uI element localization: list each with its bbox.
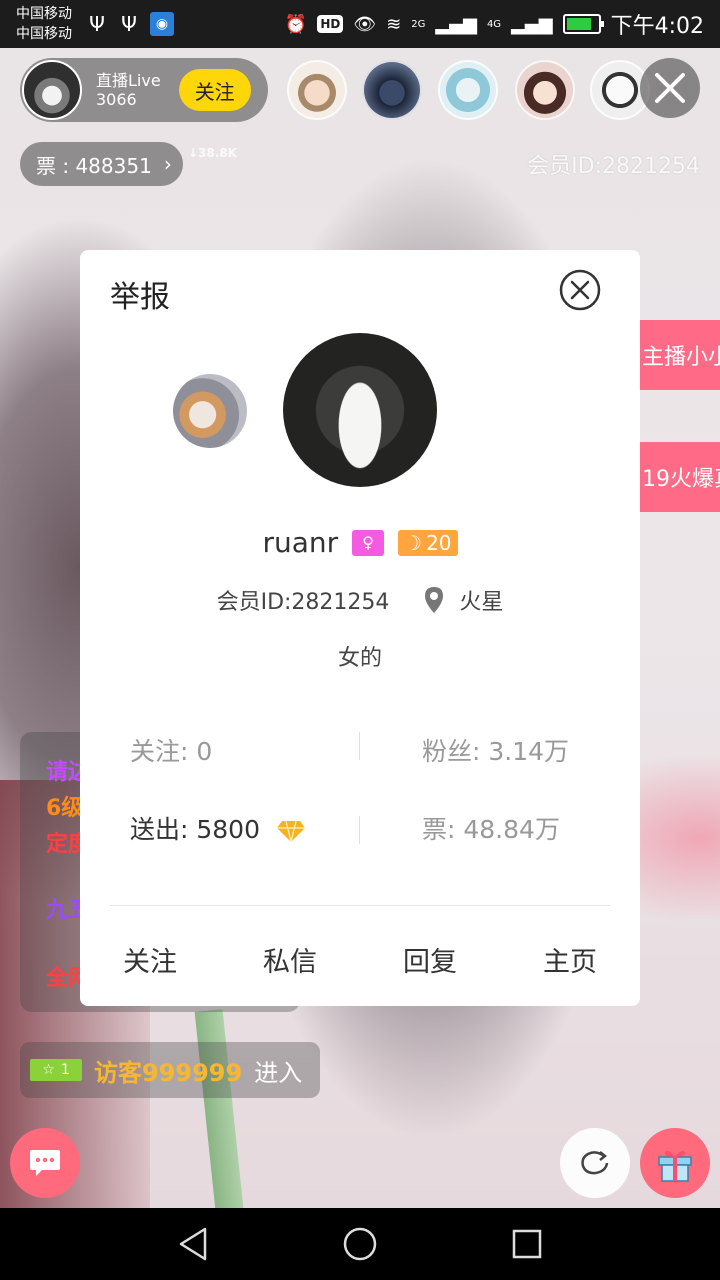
close-icon	[655, 73, 685, 103]
wifi-icon: ≋	[386, 13, 402, 35]
chat-message: 6级	[46, 796, 84, 821]
nav-recents-button[interactable]	[507, 1224, 547, 1264]
user-bio: 女的	[337, 646, 382, 671]
report-link[interactable]: 举报	[110, 272, 170, 316]
homepage-action-button[interactable]: 主页	[510, 940, 630, 979]
stat-divider	[359, 732, 360, 760]
host-member-id: 会员ID:2821254	[527, 154, 700, 179]
hd-icon: HD	[317, 15, 344, 33]
star-icon: ☆	[42, 1062, 55, 1078]
user-level: 20	[426, 530, 452, 555]
hotspot-icon: ◉	[150, 12, 174, 36]
moon-icon: ☽	[404, 530, 423, 555]
host-label: 直播Live	[96, 71, 161, 90]
viewer-avatar[interactable]	[287, 60, 347, 120]
follow-action-button[interactable]: 关注	[90, 940, 210, 979]
username: ruanr	[262, 526, 339, 559]
user-profile-dialog: 举报 ruanr ♀ ☽ 20 会员ID:2821254 火星 女的 关注: 0…	[80, 250, 640, 1006]
home-circle-icon	[343, 1227, 377, 1261]
guardian-avatar[interactable]	[173, 374, 247, 448]
gift-button[interactable]	[640, 1128, 710, 1198]
following-count[interactable]: 关注: 0	[130, 732, 212, 768]
side-banner-1[interactable]: 主播小小	[640, 320, 720, 390]
net-speed: ↓38.8K	[188, 146, 237, 160]
location-pin-icon	[425, 587, 444, 613]
chat-bubble-icon	[30, 1150, 60, 1176]
recents-square-icon	[512, 1229, 541, 1259]
female-gender-icon: ♀	[352, 529, 385, 556]
viewer-avatar[interactable]	[362, 60, 422, 120]
viewer-avatar[interactable]	[438, 60, 498, 120]
close-circle-icon	[559, 269, 601, 311]
chevron-right-icon: ›	[163, 152, 172, 176]
nav-back-button[interactable]	[173, 1224, 213, 1264]
carrier-2: 中国移动	[16, 26, 72, 42]
visitor-name: 访客999999	[94, 1058, 243, 1087]
system-nav-bar	[0, 1208, 720, 1280]
user-avatar[interactable]	[283, 333, 437, 487]
battery-icon	[562, 14, 604, 34]
visitor-level: 1	[60, 1062, 70, 1078]
host-avatar[interactable]	[22, 60, 82, 120]
chat-button[interactable]	[10, 1128, 80, 1198]
carrier-label: 中国移动 中国移动	[16, 4, 72, 44]
sent-gifts: 送出: 5800	[130, 810, 306, 846]
user-location: 火星	[459, 590, 504, 615]
action-divider	[110, 905, 610, 906]
user-member-id: 会员ID:2821254	[216, 590, 390, 615]
viewer-avatar[interactable]	[515, 60, 575, 120]
host-info-pill[interactable]: 直播Live 3066 关注	[20, 58, 268, 122]
visitor-enter-notice: ☆ 1 访客999999 进入	[20, 1042, 320, 1098]
network-2g-label: 2G	[411, 18, 426, 30]
sent-count: 送出: 5800	[130, 815, 260, 844]
fans-count[interactable]: 粉丝: 3.14万	[422, 732, 569, 768]
alarm-icon: ⏰	[284, 13, 308, 35]
votes-pill[interactable]: 票 : 488351 ›	[20, 142, 183, 186]
status-right-icons: ⏰ HD 👁 ≋ 2G ▂▄▆ 4G ▂▄▆ 下午4:02	[285, 8, 704, 40]
usb-icon-2: Ψ	[121, 12, 137, 36]
user-id-row: 会员ID:2821254 火星	[80, 584, 640, 616]
user-name-row: ruanr ♀ ☽ 20	[80, 526, 640, 559]
gift-icon	[658, 1150, 692, 1182]
dialog-close-button[interactable]	[558, 268, 602, 312]
eye-icon: 👁	[353, 13, 377, 35]
enter-text: 进入	[254, 1058, 303, 1087]
reply-action-button[interactable]: 回复	[370, 940, 490, 979]
share-button[interactable]	[560, 1128, 630, 1198]
close-live-button[interactable]	[640, 58, 700, 118]
signal-icon: ▂▄▆	[435, 13, 477, 35]
clock: 下午4:02	[610, 14, 704, 39]
votes-label: 票 : 488351	[36, 153, 152, 178]
carrier-1: 中国移动	[16, 6, 72, 22]
diamond-icon	[276, 820, 305, 843]
follow-button[interactable]: 关注	[178, 69, 251, 111]
status-bar: 中国移动 中国移动 Ψ Ψ ◉ ⏰ HD 👁 ≋ 2G ▂▄▆ 4G ▂▄▆ 下…	[0, 0, 720, 48]
votes-count: 票: 48.84万	[422, 815, 560, 844]
side-banner-2[interactable]: 19火爆真	[640, 442, 720, 512]
usb-icon: Ψ	[89, 12, 105, 36]
dialog-actions: 关注 私信 回复 主页	[80, 940, 640, 979]
status-left-icons: Ψ Ψ ◉	[86, 12, 174, 36]
share-icon	[581, 1151, 609, 1175]
user-level-badge: ☽ 20	[398, 529, 458, 556]
host-count: 3066	[96, 90, 137, 109]
host-info: 直播Live 3066	[96, 71, 161, 109]
back-triangle-icon	[180, 1227, 207, 1261]
stat-divider	[359, 816, 360, 844]
signal-icon-2: ▂▄▆	[511, 13, 553, 35]
visitor-level-badge: ☆ 1	[30, 1059, 82, 1081]
message-action-button[interactable]: 私信	[230, 940, 350, 979]
network-4g-label: 4G	[486, 18, 502, 30]
nav-home-button[interactable]	[340, 1224, 380, 1264]
